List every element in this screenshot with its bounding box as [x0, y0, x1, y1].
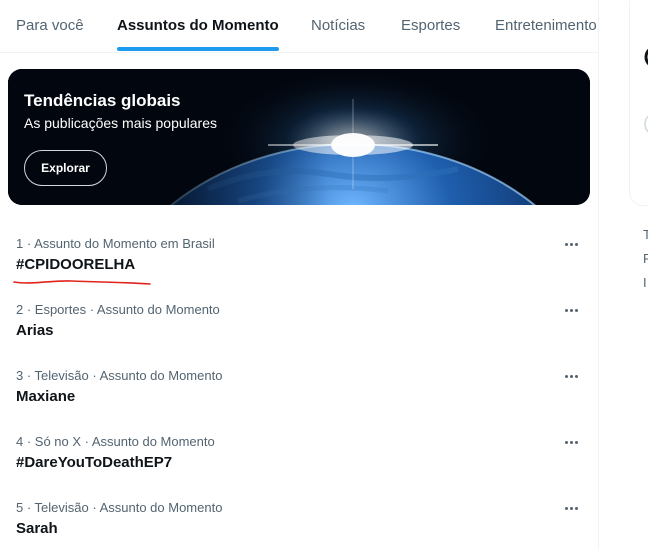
right-column-fragment: T — [643, 227, 648, 242]
trend-meta: 5 · Televisão · Assunto do Momento — [16, 500, 223, 515]
trend-item[interactable]: 5 · Televisão · Assunto do Momento Sarah — [0, 500, 598, 549]
more-options-icon[interactable] — [558, 434, 586, 452]
trend-name: Sarah — [16, 520, 58, 537]
banner-title: Tendências globais — [24, 91, 181, 110]
right-column-fragment: F — [643, 251, 648, 266]
tab-para-voce[interactable]: Para você — [16, 0, 84, 52]
active-tab-indicator — [117, 47, 279, 51]
trend-item[interactable]: 1 · Assunto do Momento em Brasil #CPIDOO… — [0, 236, 598, 302]
explore-tabs: Para você Assuntos do Momento Notícias E… — [0, 0, 598, 53]
tab-noticias[interactable]: Notícias — [311, 0, 365, 52]
more-options-icon[interactable] — [558, 500, 586, 518]
trend-item[interactable]: 2 · Esportes · Assunto do Momento Arias — [0, 302, 598, 368]
trend-item[interactable]: 3 · Televisão · Assunto do Momento Maxia… — [0, 368, 598, 434]
tab-assuntos-do-momento[interactable]: Assuntos do Momento — [117, 0, 279, 52]
trend-name: #DareYouToDeathEP7 — [16, 454, 173, 471]
trend-meta: 2 · Esportes · Assunto do Momento — [16, 302, 220, 317]
tab-esportes[interactable]: Esportes — [401, 0, 460, 52]
partial-avatar-icon — [644, 48, 648, 133]
more-options-icon[interactable] — [558, 236, 586, 254]
banner-subtitle: As publicações mais populares — [24, 115, 217, 131]
trend-name: Maxiane — [16, 388, 76, 405]
right-sidebar-card — [629, 0, 648, 206]
trend-item[interactable]: 4 · Só no X · Assunto do Momento #DareYo… — [0, 434, 598, 500]
trend-name: #CPIDOORELHA — [16, 256, 136, 273]
global-trends-banner[interactable]: Tendências globais As publicações mais p… — [8, 69, 590, 205]
red-underline-annotation — [13, 280, 151, 285]
more-options-icon[interactable] — [558, 302, 586, 320]
trend-meta: 4 · Só no X · Assunto do Momento — [16, 434, 215, 449]
trend-meta: 3 · Televisão · Assunto do Momento — [16, 368, 223, 383]
tab-entretenimento[interactable]: Entretenimento — [495, 0, 597, 52]
main-column: Para você Assuntos do Momento Notícias E… — [0, 0, 599, 549]
trend-meta: 1 · Assunto do Momento em Brasil — [16, 236, 215, 251]
explore-button[interactable]: Explorar — [24, 150, 107, 186]
more-options-icon[interactable] — [558, 368, 586, 386]
right-column-fragment: I — [643, 275, 647, 290]
trend-name: Arias — [16, 322, 54, 339]
